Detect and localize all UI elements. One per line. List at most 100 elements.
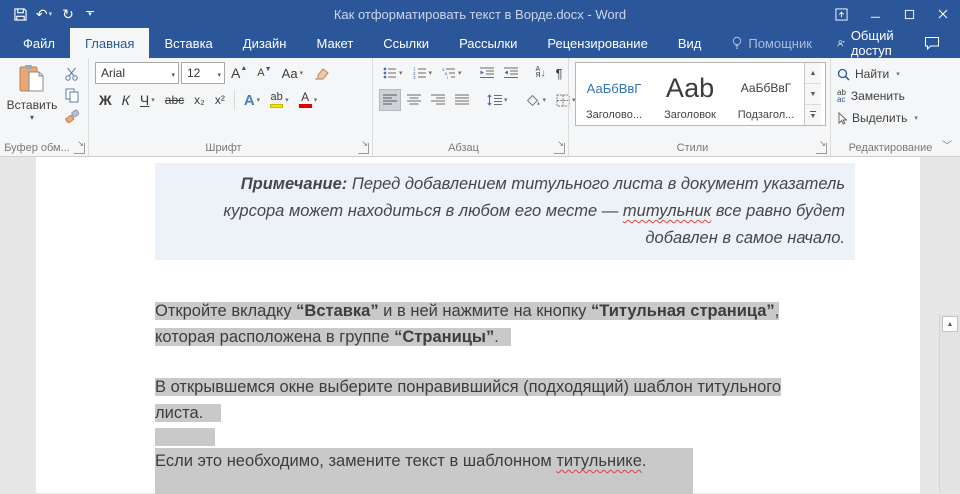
document-content: Примечание: Перед добавлением титульного…: [155, 163, 862, 494]
font-size-combo[interactable]: 12: [181, 62, 225, 84]
grow-font-button[interactable]: А ▲: [227, 62, 251, 84]
clear-formatting-button[interactable]: [309, 62, 333, 84]
group-clipboard-label: Буфер обм...: [4, 142, 70, 154]
divider: [233, 90, 235, 110]
scroll-up-icon: ▲: [946, 320, 954, 328]
tab-mailings[interactable]: Рассылки: [444, 28, 532, 58]
bold-button[interactable]: Ж: [95, 89, 116, 111]
group-styles-label: Стили: [676, 142, 709, 154]
change-case-button[interactable]: Аа: [278, 62, 308, 84]
bullets-icon: [383, 67, 396, 79]
styles-scroll-up-button[interactable]: ▲: [805, 63, 821, 84]
justify-button[interactable]: [451, 89, 473, 111]
close-button[interactable]: [926, 0, 960, 28]
styles-scroll-down-button[interactable]: ▼: [805, 84, 821, 105]
align-right-button[interactable]: [427, 89, 449, 111]
multilevel-list-button[interactable]: 1аi: [438, 62, 466, 84]
select-button[interactable]: Выделить: [837, 108, 946, 128]
align-center-button[interactable]: [403, 89, 425, 111]
find-button-label: Найти: [855, 67, 890, 81]
tab-view[interactable]: Вид: [663, 28, 717, 58]
minimize-button[interactable]: [858, 0, 892, 28]
decrease-indent-button[interactable]: [476, 62, 498, 84]
paragraph-dialog-launcher[interactable]: [554, 143, 565, 154]
scrollbar-up-button[interactable]: ▲: [942, 316, 958, 332]
shrink-font-button[interactable]: А ▼: [253, 62, 275, 84]
tab-review[interactable]: Рецензирование: [532, 28, 662, 58]
paste-button[interactable]: Вставить ▾: [6, 62, 58, 125]
font-dialog-launcher[interactable]: [358, 143, 369, 154]
tab-assistant[interactable]: Помощник: [716, 28, 827, 58]
save-icon[interactable]: [10, 3, 30, 25]
justify-icon: [455, 94, 469, 105]
align-left-button[interactable]: [379, 89, 401, 111]
superscript-button[interactable]: x²: [211, 89, 229, 111]
group-editing: Найти ab ac Заменить Выделить Редактиров…: [830, 58, 950, 156]
style-item-heading[interactable]: Ааb Заголовок: [652, 63, 728, 125]
vertical-scrollbar[interactable]: ▲: [939, 314, 960, 493]
share-button[interactable]: Общий доступ: [827, 28, 910, 58]
align-right-icon: [431, 94, 445, 105]
text-highlight-button[interactable]: ab: [266, 89, 293, 111]
maximize-button[interactable]: [892, 0, 926, 28]
paste-button-label: Вставить: [6, 98, 58, 112]
align-left-icon: [383, 94, 397, 105]
find-button[interactable]: Найти: [837, 64, 946, 84]
styles-more-button[interactable]: ▼: [805, 105, 821, 125]
format-painter-icon: [65, 109, 79, 123]
numbering-button[interactable]: 123: [409, 62, 437, 84]
group-editing-label: Редактирование: [848, 142, 933, 154]
highlight-icon: ab: [270, 92, 284, 108]
redo-button[interactable]: ↻: [58, 3, 78, 25]
show-formatting-button[interactable]: ¶: [552, 62, 567, 84]
lightbulb-icon: [733, 36, 742, 49]
paste-clipboard-icon: [19, 65, 44, 92]
group-font-label: Шрифт: [205, 142, 242, 154]
copy-button[interactable]: [60, 86, 83, 104]
tab-home[interactable]: Главная: [69, 28, 150, 58]
increase-indent-button[interactable]: [500, 62, 522, 84]
tab-file[interactable]: Файл: [8, 28, 70, 58]
line-spacing-button[interactable]: [483, 89, 512, 111]
font-color-button[interactable]: А: [295, 89, 322, 111]
font-family-combo[interactable]: Arial: [95, 62, 179, 84]
decrease-indent-icon: [479, 67, 494, 78]
cut-button[interactable]: [60, 65, 83, 83]
ribbon-display-options-button[interactable]: [824, 0, 858, 28]
note-line-2: курсора может находиться в любом его мес…: [223, 202, 845, 220]
format-painter-button[interactable]: [60, 107, 83, 125]
font-size-caret-icon: [215, 66, 221, 80]
replace-button[interactable]: ab ac Заменить: [837, 86, 946, 106]
subscript-button[interactable]: x₂: [190, 89, 209, 111]
paragraph-2-line-1: В открывшемся окне выберите понравившийс…: [155, 378, 782, 396]
quick-access-toolbar: ↶ ▾ ↻ ▾: [0, 3, 94, 25]
tab-layout[interactable]: Макет: [301, 28, 368, 58]
styles-dialog-launcher[interactable]: [816, 143, 827, 154]
ribbon-home: Вставить ▾ Буфер обм... ↘ Arial ▾ 12 ▾ А…: [0, 58, 960, 157]
note-line-1: Примечание: Перед добавлением титульного…: [240, 175, 845, 193]
misspelled-word: титульник: [622, 202, 712, 220]
bullets-button[interactable]: [379, 62, 407, 84]
undo-button[interactable]: ↶ ▾: [34, 3, 54, 25]
tab-insert[interactable]: Вставка: [149, 28, 227, 58]
underline-button[interactable]: Ч: [136, 89, 159, 111]
comments-button[interactable]: [914, 36, 950, 50]
shading-button[interactable]: [522, 89, 551, 111]
style-item-heading2[interactable]: АаБбВвГ Заголово...: [576, 63, 652, 125]
document-page[interactable]: Примечание: Перед добавлением титульного…: [36, 157, 920, 494]
clipboard-dialog-launcher[interactable]: [74, 143, 85, 154]
word-window: ↶ ▾ ↻ ▾ Как отформатировать текст в Ворд…: [0, 0, 960, 494]
customize-qat-button[interactable]: ▾: [86, 11, 94, 18]
tab-design[interactable]: Дизайн: [228, 28, 302, 58]
line-spacing-icon: [487, 94, 502, 106]
sort-button[interactable]: А Я ↓: [532, 62, 550, 84]
misspelled-word: титульнике: [556, 452, 642, 470]
collapse-ribbon-button[interactable]: ﹀: [942, 137, 952, 152]
multilevel-list-icon: 1аi: [442, 67, 456, 79]
text-effects-button[interactable]: А: [240, 89, 264, 111]
style-item-subtitle[interactable]: АаБбВвГ Подзагол...: [728, 63, 804, 125]
italic-button[interactable]: К: [118, 89, 134, 111]
strikethrough-button[interactable]: abc: [161, 89, 188, 111]
eraser-icon: [315, 67, 329, 79]
tab-references[interactable]: Ссылки: [368, 28, 444, 58]
